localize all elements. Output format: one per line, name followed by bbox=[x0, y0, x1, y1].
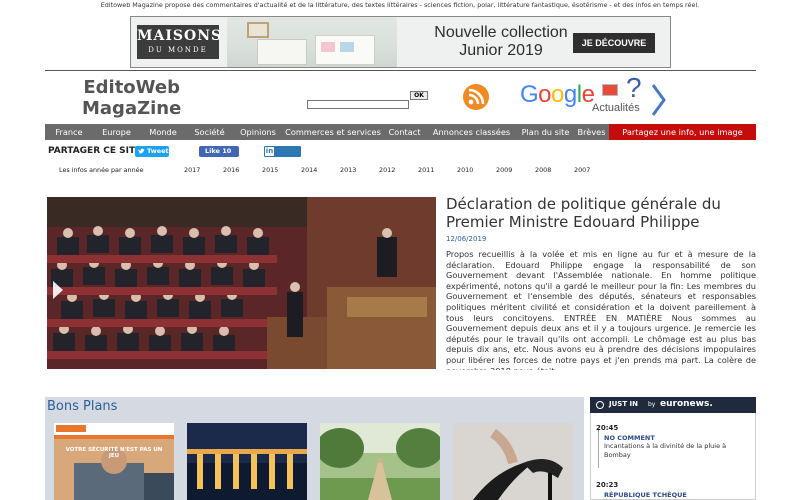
bons-plans-thumb-2[interactable] bbox=[187, 423, 307, 500]
news-item[interactable]: 20:45 NO COMMENT Incantations à la divin… bbox=[596, 424, 746, 459]
ad-cta-button[interactable]: JE DÉCOUVRE bbox=[573, 33, 655, 53]
google-logo: Google bbox=[520, 81, 595, 108]
year-link-2015[interactable]: 2015 bbox=[262, 166, 278, 174]
nav-item-plan[interactable]: Plan du site bbox=[517, 124, 574, 140]
linkedin-icon: in bbox=[265, 147, 274, 156]
chevron-right-icon bbox=[651, 84, 666, 116]
nav-item-opinions[interactable]: Opinions bbox=[233, 124, 283, 140]
year-link-2017[interactable]: 2017 bbox=[184, 166, 200, 174]
euronews-logo: euronews. bbox=[660, 399, 713, 409]
google-news-link[interactable]: Google ? Actualités bbox=[520, 72, 670, 118]
slider-next-arrow-icon[interactable] bbox=[53, 281, 63, 299]
search-input[interactable] bbox=[307, 99, 409, 109]
search-button[interactable]: OK bbox=[410, 91, 428, 100]
nav-item-commerces[interactable]: Commerces et services bbox=[283, 124, 383, 140]
ad-banner[interactable]: MAISONS DU MONDE Nouvelle collection Jun… bbox=[130, 16, 671, 68]
nav-item-europe[interactable]: Europe bbox=[93, 124, 140, 140]
nav-item-annonces[interactable]: Annonces classées bbox=[426, 124, 517, 140]
bons-plans-thumb-4[interactable] bbox=[453, 423, 573, 500]
year-link-2008[interactable]: 2008 bbox=[535, 166, 551, 174]
google-news-subtitle: Actualités bbox=[592, 102, 640, 114]
bons-plans-title: Bons Plans bbox=[47, 399, 118, 414]
featured-article-body: Propos recueillis à la volée et mis en l… bbox=[446, 249, 756, 370]
newspaper-icon bbox=[602, 84, 618, 96]
question-icon: ? bbox=[626, 72, 642, 103]
year-link-2010[interactable]: 2010 bbox=[457, 166, 473, 174]
nav-item-breves[interactable]: Brèves bbox=[574, 124, 609, 140]
site-title[interactable]: EditoWeb MagaZine bbox=[82, 77, 181, 119]
news-item[interactable]: 20:23 RÉPUBLIQUE TCHÈQUE bbox=[596, 481, 746, 499]
brand-logo: MAISONS DU MONDE bbox=[137, 25, 221, 59]
search-form: OK bbox=[307, 91, 428, 110]
ad-headline: Nouvelle collection Junior 2019 bbox=[434, 24, 568, 59]
main-nav: France Europe Monde Société Opinions Com… bbox=[45, 124, 756, 140]
bons-plans-thumb-3[interactable] bbox=[320, 423, 440, 500]
nav-item-contact[interactable]: Contact bbox=[383, 124, 426, 140]
years-label: Les infos année par année bbox=[59, 166, 144, 174]
featured-article-title[interactable]: Déclaration de politique générale du Pre… bbox=[446, 195, 756, 231]
nav-item-monde[interactable]: Monde bbox=[140, 124, 186, 140]
year-link-2016[interactable]: 2016 bbox=[223, 166, 239, 174]
year-link-2012[interactable]: 2012 bbox=[379, 166, 395, 174]
ad-image bbox=[227, 17, 397, 67]
thumb-1-caption: VOTRE SÉCURITÉ N'EST PAS UN JEU bbox=[65, 447, 163, 459]
clock-icon bbox=[596, 401, 604, 409]
nav-item-partagez[interactable]: Partagez une info, une image bbox=[609, 124, 756, 140]
just-in-header[interactable]: JUST IN by euronews. bbox=[590, 397, 756, 413]
site-tagline: Editoweb Magazine propose des commentair… bbox=[100, 1, 700, 9]
linkedin-share-button[interactable]: in bbox=[264, 146, 301, 157]
tweet-button[interactable]: Tweet bbox=[135, 146, 169, 157]
year-link-2013[interactable]: 2013 bbox=[340, 166, 356, 174]
year-link-2011[interactable]: 2011 bbox=[418, 166, 434, 174]
bons-plans-thumb-1[interactable]: VOTRE SÉCURITÉ N'EST PAS UN JEU bbox=[54, 423, 174, 500]
nav-item-france[interactable]: France bbox=[45, 124, 93, 140]
facebook-like-button[interactable]: Like 10 bbox=[199, 146, 239, 157]
header-divider bbox=[45, 70, 756, 71]
featured-image[interactable] bbox=[47, 197, 436, 369]
featured-article-date: 12/06/2019 bbox=[446, 235, 487, 243]
twitter-icon bbox=[138, 148, 145, 154]
rss-icon[interactable] bbox=[463, 84, 489, 110]
nav-item-societe[interactable]: Société bbox=[186, 124, 233, 140]
year-link-2009[interactable]: 2009 bbox=[496, 166, 512, 174]
year-link-2014[interactable]: 2014 bbox=[301, 166, 317, 174]
year-link-2007[interactable]: 2007 bbox=[574, 166, 590, 174]
share-label: PARTAGER CE SITE bbox=[48, 146, 142, 156]
